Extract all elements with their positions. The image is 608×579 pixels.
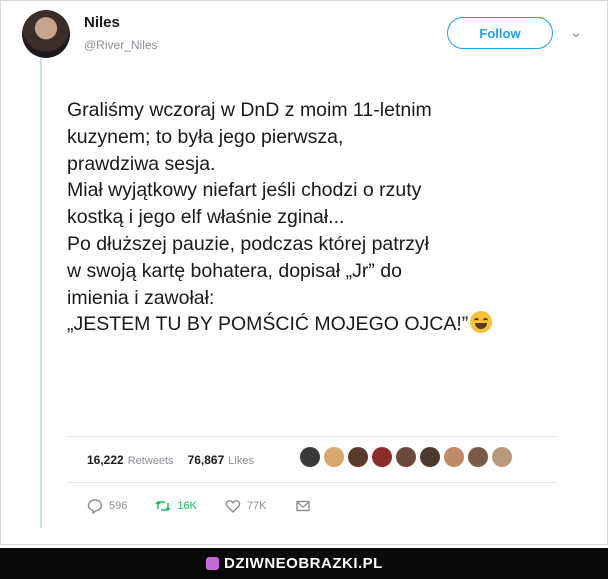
message-button[interactable] (295, 498, 311, 514)
tweet-line: „JESTEM TU BY POMŚCIĆ MOJEGO OJCA!” (67, 313, 469, 336)
tweet-line: Miał wyjątkowy niefart jeśli chodzi o rz… (67, 179, 422, 202)
likes-label: Likes (228, 455, 254, 467)
tweet-line: Po dłuższej pauzie, podczas której patrz… (67, 232, 430, 255)
retweet-icon (155, 500, 171, 512)
tweet-line: w swoją kartę bohatera, dopisał „Jr” do (67, 259, 402, 282)
chevron-down-icon[interactable]: ⌄ (568, 24, 584, 40)
retweets-label: Retweets (127, 455, 174, 467)
liker-avatar[interactable] (300, 447, 320, 467)
watermark[interactable]: DZIWNEOBRAZKI.PL (206, 555, 383, 572)
retweets-stat[interactable]: 16,222 Retweets (87, 453, 174, 467)
retweet-count: 16K (177, 500, 197, 512)
laughing-crying-emoji-icon (470, 311, 493, 334)
liker-avatar[interactable] (372, 447, 392, 467)
retweets-count: 16,222 (87, 453, 124, 467)
likes-stat[interactable]: 76,867 Likes (188, 453, 254, 467)
liker-avatar[interactable] (324, 447, 344, 467)
thread-line (40, 58, 42, 528)
tweet-text: Graliśmy wczoraj w DnD z moim 11-letnim … (67, 97, 587, 338)
user-handle[interactable]: @River_Niles (84, 38, 158, 52)
reply-count: 596 (109, 500, 128, 512)
tweet-line: kuzynem; to była jego pierwsza, (67, 125, 344, 148)
liker-avatar[interactable] (492, 447, 512, 467)
user-name[interactable]: Niles (84, 14, 120, 31)
watermark-text: DZIWNEOBRAZKI.PL (224, 555, 383, 572)
liker-avatar[interactable] (420, 447, 440, 467)
divider (67, 482, 557, 483)
tweet-line: kostką i jego elf właśnie zginał... (67, 206, 345, 229)
avatar[interactable] (22, 10, 70, 58)
retweet-button[interactable]: 16K (155, 498, 197, 514)
action-bar: 596 16K 77K (87, 498, 311, 514)
watermark-logo-icon (206, 557, 219, 570)
follow-button[interactable]: Follow (447, 17, 553, 49)
like-button[interactable]: 77K (225, 498, 267, 514)
tweet-line: prawdziwa sesja. (67, 152, 216, 175)
tweet-line: Graliśmy wczoraj w DnD z moim 11-letnim (67, 99, 432, 121)
liker-avatars (300, 447, 512, 467)
tweet-line: imienia i zawołał: (67, 286, 215, 309)
liker-avatar[interactable] (444, 447, 464, 467)
reply-button[interactable]: 596 (87, 498, 127, 514)
envelope-icon (295, 500, 310, 512)
likes-count: 76,867 (187, 453, 225, 467)
liker-avatar[interactable] (468, 447, 488, 467)
liker-avatar[interactable] (396, 447, 416, 467)
engagement-stats: 16,222 Retweets 76,867 Likes (87, 453, 254, 467)
reply-icon (87, 499, 103, 514)
tweet-line-last: „JESTEM TU BY POMŚCIĆ MOJEGO OJCA!” (67, 311, 587, 338)
divider (67, 436, 557, 437)
heart-icon (225, 500, 241, 513)
like-count: 77K (246, 500, 267, 512)
liker-avatar[interactable] (348, 447, 368, 467)
